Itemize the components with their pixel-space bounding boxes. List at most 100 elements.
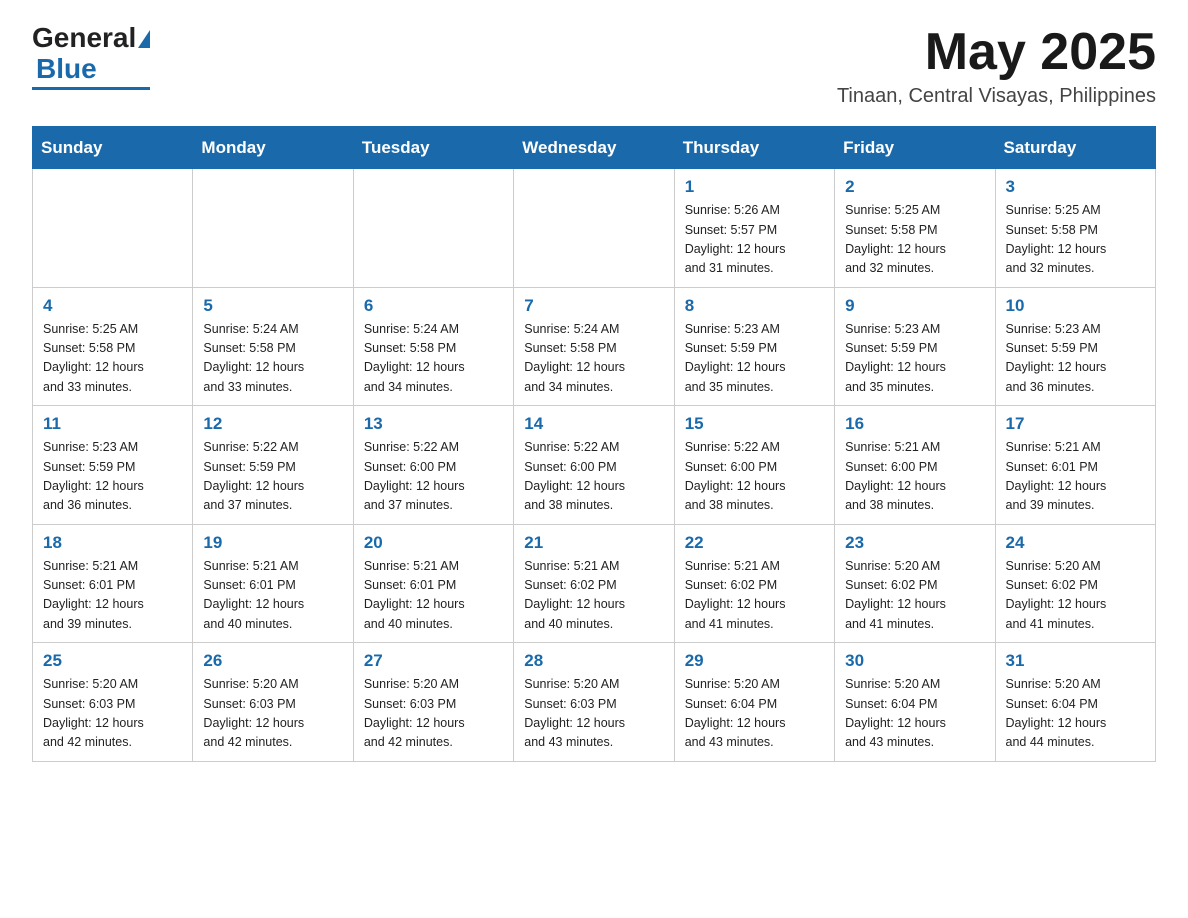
weekday-header-sunday: Sunday <box>33 127 193 169</box>
day-info: Sunrise: 5:20 AMSunset: 6:04 PMDaylight:… <box>685 675 824 753</box>
calendar-cell: 31 Sunrise: 5:20 AMSunset: 6:04 PMDayligh… <box>995 643 1155 762</box>
day-info: Sunrise: 5:21 AMSunset: 6:01 PMDaylight:… <box>1006 438 1145 516</box>
day-info: Sunrise: 5:21 AMSunset: 6:01 PMDaylight:… <box>203 557 342 635</box>
day-number: 17 <box>1006 414 1145 434</box>
calendar-week-row: 11 Sunrise: 5:23 AMSunset: 5:59 PMDayligh… <box>33 406 1156 525</box>
day-number: 3 <box>1006 177 1145 197</box>
calendar-week-row: 1Sunrise: 5:26 AMSunset: 5:57 PMDaylight… <box>33 169 1156 288</box>
day-info: Sunrise: 5:22 AMSunset: 6:00 PMDaylight:… <box>524 438 663 516</box>
day-number: 7 <box>524 296 663 316</box>
calendar-cell: 21 Sunrise: 5:21 AMSunset: 6:02 PMDayligh… <box>514 524 674 643</box>
day-info: Sunrise: 5:20 AMSunset: 6:04 PMDaylight:… <box>1006 675 1145 753</box>
calendar-cell: 12 Sunrise: 5:22 AMSunset: 5:59 PMDayligh… <box>193 406 353 525</box>
day-number: 27 <box>364 651 503 671</box>
day-number: 5 <box>203 296 342 316</box>
calendar-cell <box>353 169 513 288</box>
day-info: Sunrise: 5:25 AMSunset: 5:58 PMDaylight:… <box>43 320 182 398</box>
day-number: 4 <box>43 296 182 316</box>
page-header: General Blue May 2025 Tinaan, Central Vi… <box>32 24 1156 108</box>
weekday-header-wednesday: Wednesday <box>514 127 674 169</box>
day-info: Sunrise: 5:23 AMSunset: 5:59 PMDaylight:… <box>43 438 182 516</box>
calendar-cell: 28 Sunrise: 5:20 AMSunset: 6:03 PMDayligh… <box>514 643 674 762</box>
day-info: Sunrise: 5:22 AMSunset: 6:00 PMDaylight:… <box>364 438 503 516</box>
day-number: 18 <box>43 533 182 553</box>
day-number: 22 <box>685 533 824 553</box>
calendar-week-row: 4 Sunrise: 5:25 AMSunset: 5:58 PMDaylight… <box>33 287 1156 406</box>
day-info: Sunrise: 5:24 AMSunset: 5:58 PMDaylight:… <box>364 320 503 398</box>
day-info: Sunrise: 5:20 AMSunset: 6:02 PMDaylight:… <box>845 557 984 635</box>
logo-general-text: General <box>32 24 136 52</box>
calendar-cell: 27Sunrise: 5:20 AMSunset: 6:03 PMDayligh… <box>353 643 513 762</box>
calendar-cell: 14 Sunrise: 5:22 AMSunset: 6:00 PMDayligh… <box>514 406 674 525</box>
day-number: 9 <box>845 296 984 316</box>
day-info: Sunrise: 5:22 AMSunset: 5:59 PMDaylight:… <box>203 438 342 516</box>
calendar-cell: 25 Sunrise: 5:20 AMSunset: 6:03 PMDayligh… <box>33 643 193 762</box>
logo-blue-text: Blue <box>36 53 97 85</box>
calendar-cell: 16 Sunrise: 5:21 AMSunset: 6:00 PMDayligh… <box>835 406 995 525</box>
calendar-cell: 18Sunrise: 5:21 AMSunset: 6:01 PMDayligh… <box>33 524 193 643</box>
title-block: May 2025 Tinaan, Central Visayas, Philip… <box>837 24 1156 108</box>
day-number: 23 <box>845 533 984 553</box>
calendar-cell: 1Sunrise: 5:26 AMSunset: 5:57 PMDaylight… <box>674 169 834 288</box>
day-info: Sunrise: 5:23 AMSunset: 5:59 PMDaylight:… <box>685 320 824 398</box>
day-info: Sunrise: 5:23 AMSunset: 5:59 PMDaylight:… <box>845 320 984 398</box>
weekday-header-thursday: Thursday <box>674 127 834 169</box>
day-info: Sunrise: 5:24 AMSunset: 5:58 PMDaylight:… <box>524 320 663 398</box>
day-info: Sunrise: 5:20 AMSunset: 6:03 PMDaylight:… <box>524 675 663 753</box>
location-title: Tinaan, Central Visayas, Philippines <box>837 85 1156 108</box>
calendar-week-row: 18 Sunrise: 5:21 AMSunset: 6:01 PMDayligh… <box>33 524 1156 643</box>
day-number: 11 <box>43 414 182 434</box>
calendar-cell <box>193 169 353 288</box>
calendar-cell: 8Sunrise: 5:23 AMSunset: 5:59 PMDaylight… <box>674 287 834 406</box>
day-number: 31 <box>1006 651 1145 671</box>
day-number: 12 <box>203 414 342 434</box>
calendar-cell: 22 Sunrise: 5:21 AMSunset: 6:02 PMDayligh… <box>674 524 834 643</box>
day-number: 28 <box>524 651 663 671</box>
day-number: 25 <box>43 651 182 671</box>
day-info: Sunrise: 5:21 AMSunset: 6:00 PMDaylight:… <box>845 438 984 516</box>
calendar-cell: 5Sunrise: 5:24 AMSunset: 5:58 PMDaylight… <box>193 287 353 406</box>
calendar-cell: 15Sunrise: 5:22 AMSunset: 6:00 PMDayligh… <box>674 406 834 525</box>
day-number: 6 <box>364 296 503 316</box>
calendar-cell: 11 Sunrise: 5:23 AMSunset: 5:59 PMDayligh… <box>33 406 193 525</box>
day-number: 24 <box>1006 533 1145 553</box>
day-info: Sunrise: 5:25 AMSunset: 5:58 PMDaylight:… <box>1006 201 1145 279</box>
logo-triangle-icon <box>138 30 150 48</box>
day-info: Sunrise: 5:20 AMSunset: 6:02 PMDaylight:… <box>1006 557 1145 635</box>
calendar-cell: 9 Sunrise: 5:23 AMSunset: 5:59 PMDaylight… <box>835 287 995 406</box>
day-info: Sunrise: 5:22 AMSunset: 6:00 PMDaylight:… <box>685 438 824 516</box>
calendar-cell: 2Sunrise: 5:25 AMSunset: 5:58 PMDaylight… <box>835 169 995 288</box>
day-info: Sunrise: 5:20 AMSunset: 6:03 PMDaylight:… <box>43 675 182 753</box>
calendar-cell <box>514 169 674 288</box>
calendar-cell: 10 Sunrise: 5:23 AMSunset: 5:59 PMDayligh… <box>995 287 1155 406</box>
day-info: Sunrise: 5:20 AMSunset: 6:04 PMDaylight:… <box>845 675 984 753</box>
calendar-week-row: 25 Sunrise: 5:20 AMSunset: 6:03 PMDayligh… <box>33 643 1156 762</box>
day-number: 20 <box>364 533 503 553</box>
calendar-cell: 24 Sunrise: 5:20 AMSunset: 6:02 PMDayligh… <box>995 524 1155 643</box>
logo: General Blue <box>32 24 150 90</box>
weekday-header-friday: Friday <box>835 127 995 169</box>
weekday-header-monday: Monday <box>193 127 353 169</box>
day-info: Sunrise: 5:23 AMSunset: 5:59 PMDaylight:… <box>1006 320 1145 398</box>
day-info: Sunrise: 5:21 AMSunset: 6:02 PMDaylight:… <box>524 557 663 635</box>
day-number: 10 <box>1006 296 1145 316</box>
calendar-cell: 29Sunrise: 5:20 AMSunset: 6:04 PMDayligh… <box>674 643 834 762</box>
day-number: 19 <box>203 533 342 553</box>
day-number: 21 <box>524 533 663 553</box>
calendar-cell: 20Sunrise: 5:21 AMSunset: 6:01 PMDayligh… <box>353 524 513 643</box>
day-number: 26 <box>203 651 342 671</box>
calendar-cell <box>33 169 193 288</box>
calendar-cell: 26Sunrise: 5:20 AMSunset: 6:03 PMDayligh… <box>193 643 353 762</box>
month-title: May 2025 <box>837 24 1156 81</box>
calendar-cell: 3 Sunrise: 5:25 AMSunset: 5:58 PMDaylight… <box>995 169 1155 288</box>
weekday-header-saturday: Saturday <box>995 127 1155 169</box>
day-number: 2 <box>845 177 984 197</box>
day-number: 14 <box>524 414 663 434</box>
logo-underline <box>32 87 150 90</box>
calendar-cell: 19 Sunrise: 5:21 AMSunset: 6:01 PMDayligh… <box>193 524 353 643</box>
calendar-cell: 4 Sunrise: 5:25 AMSunset: 5:58 PMDaylight… <box>33 287 193 406</box>
calendar-cell: 30Sunrise: 5:20 AMSunset: 6:04 PMDayligh… <box>835 643 995 762</box>
calendar-cell: 7 Sunrise: 5:24 AMSunset: 5:58 PMDaylight… <box>514 287 674 406</box>
day-number: 16 <box>845 414 984 434</box>
day-info: Sunrise: 5:21 AMSunset: 6:02 PMDaylight:… <box>685 557 824 635</box>
